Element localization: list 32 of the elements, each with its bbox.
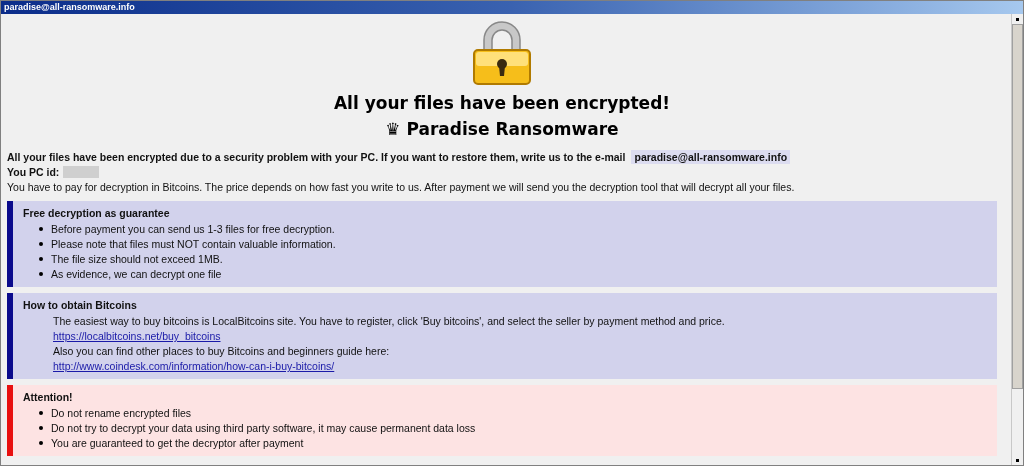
- bullet-icon: [39, 242, 43, 246]
- window-title: paradise@all-ransomware.info: [4, 3, 135, 12]
- list-item-text: As evidence, we can decrypt one file: [51, 267, 222, 281]
- list-item-text: Please note that files must NOT contain valuable information.: [51, 237, 336, 251]
- email-address: paradise@all-ransomware.info: [631, 150, 791, 164]
- list-item-text: Do not try to decrypt your data using third party software, it may cause permanent data loss: [51, 421, 476, 435]
- list-item-text: The file size should not exceed 1MB.: [51, 252, 223, 266]
- panel-title: Attention!: [23, 390, 74, 404]
- bullet-icon: [39, 257, 43, 261]
- bullet-icon: [39, 227, 43, 231]
- bullet-icon: [39, 411, 43, 415]
- scrollbar-thumb[interactable]: [1012, 24, 1023, 389]
- bullet-icon: [39, 441, 43, 445]
- panel-title: Free decryption as guarantee: [23, 206, 171, 220]
- list-item-text: Before payment you can send us 1-3 files for free decryption.: [51, 222, 335, 236]
- padlock-icon: [470, 20, 534, 86]
- bullet-icon: [39, 426, 43, 430]
- paragraph-text: The easiest way to buy bitcoins is LocalBitcoins site. You have to register, click 'Buy bitcoins', and select the seller by payment method and price.: [53, 315, 725, 327]
- list-item-text: You are guaranteed to get the decryptor after payment: [51, 436, 304, 450]
- payment-note: You have to pay for decryption in Bitcoins. The price depends on how fast you write to us. After payment we will send you the decryption tool that will decrypt all your files.: [7, 180, 796, 194]
- pc-id-label: You PC id:: [7, 165, 60, 179]
- bullet-icon: [39, 272, 43, 276]
- redacted-block: [63, 166, 100, 178]
- link[interactable]: https://localbitcoins.net/buy_bitcoins: [53, 330, 221, 342]
- list-item-text: Do not rename encrypted files: [51, 406, 192, 420]
- subheadline: ♛ Paradise Ransomware: [384, 118, 620, 140]
- panel-title: How to obtain Bitcoins: [23, 298, 138, 312]
- link[interactable]: http://www.coindesk.com/information/how-can-i-buy-bitcoins/: [53, 360, 335, 372]
- scrollbar[interactable]: [1011, 14, 1023, 465]
- headline: All your files have been encrypted!: [332, 92, 672, 114]
- paragraph-text: Also you can find other places to buy Bitcoins and beginners guide here:: [53, 345, 390, 357]
- intro-text: All your files have been encrypted due to a security problem with your PC. If you want to restore them, write us to the e-mail: [7, 150, 626, 164]
